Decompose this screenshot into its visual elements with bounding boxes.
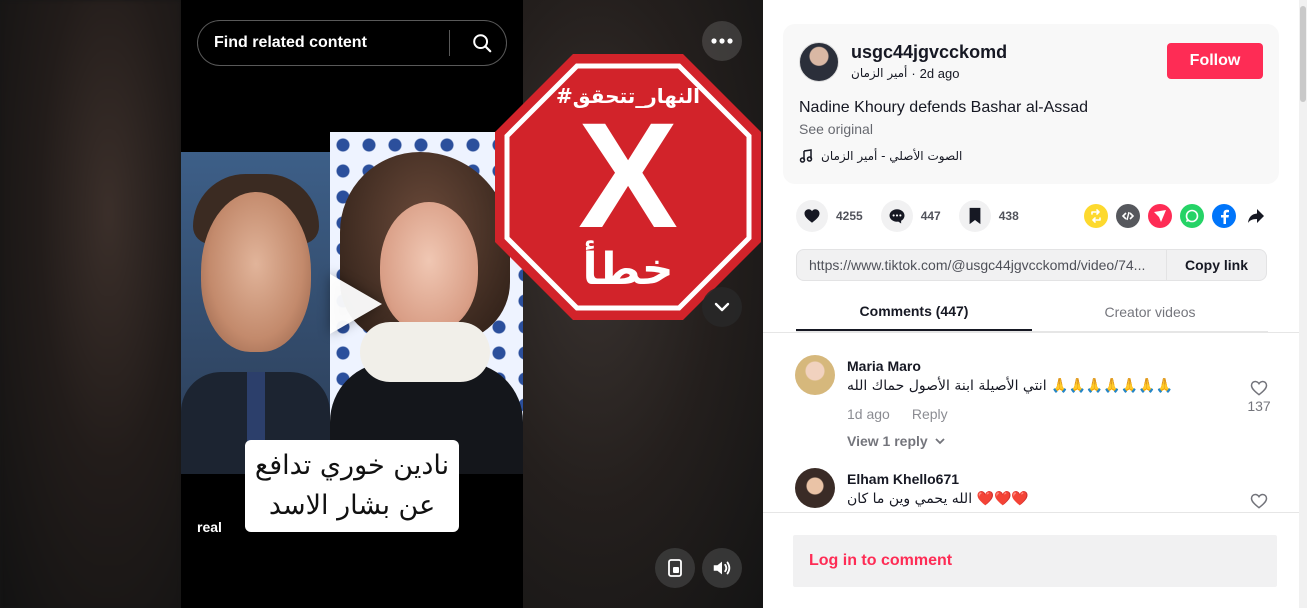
comment-text: انتي الأصيلة ابنة الأصول حماك الله 🙏🙏🙏🙏🙏… bbox=[847, 378, 1174, 394]
like-button[interactable] bbox=[796, 200, 828, 232]
tabs-divider bbox=[763, 332, 1299, 333]
action-bar: 4255 447 438 bbox=[796, 200, 1037, 232]
comment-count: 447 bbox=[920, 209, 941, 223]
share-icons bbox=[1084, 204, 1268, 228]
save-button[interactable] bbox=[958, 200, 991, 232]
search-separator bbox=[449, 30, 450, 56]
heart-icon bbox=[804, 209, 820, 223]
like-count: 4255 bbox=[836, 209, 863, 223]
fact-check-stop-sign: #النهار_تتحقق X خطأ bbox=[495, 54, 761, 320]
whatsapp-icon[interactable] bbox=[1180, 204, 1204, 228]
music-link[interactable]: الصوت الأصلي - أمير الزمان bbox=[799, 149, 962, 163]
comment-author[interactable]: Maria Maro bbox=[847, 358, 921, 374]
save-count: 438 bbox=[998, 209, 1019, 223]
creator-nickname: أمير الزمان bbox=[851, 66, 908, 80]
send-icon[interactable] bbox=[1148, 204, 1172, 228]
music-note-icon bbox=[799, 149, 813, 163]
follow-button[interactable]: Follow bbox=[1167, 43, 1263, 79]
view-replies-label: View 1 reply bbox=[847, 433, 928, 449]
tab-comments[interactable]: Comments (447) bbox=[796, 292, 1032, 331]
comment-button[interactable] bbox=[880, 200, 913, 232]
see-original-link[interactable]: See original bbox=[799, 121, 873, 137]
music-title: الصوت الأصلي - أمير الزمان bbox=[821, 149, 963, 163]
bookmark-icon bbox=[969, 207, 981, 225]
comment-like-count: 137 bbox=[1247, 398, 1271, 414]
caption-line-2: عن بشار الاسد bbox=[268, 490, 436, 521]
video-url[interactable]: https://www.tiktok.com/@usgc44jgvcckomd/… bbox=[797, 257, 1166, 273]
facebook-icon[interactable] bbox=[1212, 204, 1236, 228]
panel-tabs: Comments (447) Creator videos bbox=[796, 292, 1268, 332]
more-dots-icon bbox=[711, 38, 733, 44]
creator-username[interactable]: usgc44jgvcckomd bbox=[851, 42, 1007, 63]
comment-author[interactable]: Elham Khello671 bbox=[847, 471, 959, 487]
save-action[interactable]: 438 bbox=[958, 200, 1019, 232]
comment-avatar[interactable] bbox=[795, 355, 835, 395]
video-person-left bbox=[181, 152, 330, 474]
side-panel: usgc44jgvcckomd أمير الزمان · 2d ago Fol… bbox=[763, 0, 1307, 608]
scrollbar-thumb[interactable] bbox=[1300, 6, 1306, 102]
search-input[interactable]: Find related content bbox=[214, 34, 449, 52]
repost-icon[interactable] bbox=[1084, 204, 1108, 228]
fact-check-verdict: خطأ bbox=[582, 240, 673, 295]
video-player[interactable]: Find related content #النهار_تتحقق X خطأ… bbox=[0, 0, 763, 608]
blurred-background-left bbox=[0, 0, 181, 608]
comment-list: Maria Maro انتي الأصيلة ابنة الأصول حماك… bbox=[763, 340, 1299, 512]
heart-outline-icon bbox=[1250, 493, 1268, 509]
next-video-button[interactable] bbox=[702, 287, 742, 327]
mini-player-icon bbox=[668, 559, 682, 577]
scrollbar[interactable] bbox=[1299, 0, 1307, 608]
chevron-down-icon bbox=[714, 302, 730, 312]
play-icon[interactable] bbox=[330, 274, 382, 334]
comment-meta: 1d ago Reply bbox=[847, 406, 948, 422]
tab-creator-videos[interactable]: Creator videos bbox=[1032, 292, 1268, 331]
subline-separator: · bbox=[911, 66, 916, 81]
heart-outline-icon bbox=[1250, 380, 1268, 396]
like-action[interactable]: 4255 bbox=[796, 200, 863, 232]
volume-icon bbox=[713, 561, 731, 575]
comment-like[interactable] bbox=[1239, 491, 1279, 511]
copy-link-box: https://www.tiktok.com/@usgc44jgvcckomd/… bbox=[796, 249, 1267, 281]
embed-icon[interactable] bbox=[1116, 204, 1140, 228]
share-arrow-icon[interactable] bbox=[1244, 204, 1268, 228]
chevron-down-icon bbox=[935, 438, 945, 445]
comment-login-area: Log in to comment bbox=[763, 512, 1299, 608]
comment-action[interactable]: 447 bbox=[880, 200, 941, 232]
comment-reply-button[interactable]: Reply bbox=[912, 406, 948, 422]
comment-text: الله يحمي وين ما كان ❤️❤️❤️ bbox=[847, 491, 1029, 507]
video-caption: نادين خوري تدافع عن بشار الاسد bbox=[245, 440, 459, 532]
volume-button[interactable] bbox=[702, 548, 742, 588]
comment-bubble-icon bbox=[889, 209, 905, 224]
view-replies-button[interactable]: View 1 reply bbox=[847, 433, 946, 449]
copy-link-button[interactable]: Copy link bbox=[1166, 250, 1266, 280]
video-watermark-text: real bbox=[197, 519, 222, 535]
log-in-to-comment-button[interactable]: Log in to comment bbox=[793, 535, 1277, 587]
post-info-card: usgc44jgvcckomd أمير الزمان · 2d ago Fol… bbox=[783, 24, 1279, 184]
creator-subline: أمير الزمان · 2d ago bbox=[851, 66, 959, 81]
search-icon bbox=[473, 34, 492, 53]
comment-like[interactable]: 137 bbox=[1239, 378, 1279, 414]
comment-time: 1d ago bbox=[847, 406, 890, 422]
fact-check-x-mark: X bbox=[578, 91, 678, 259]
comment-avatar[interactable] bbox=[795, 468, 835, 508]
avatar[interactable] bbox=[799, 42, 839, 82]
floating-player-button[interactable] bbox=[655, 548, 695, 588]
search-bar[interactable]: Find related content bbox=[197, 20, 507, 66]
log-in-to-comment-label: Log in to comment bbox=[809, 552, 953, 569]
post-time: 2d ago bbox=[919, 66, 960, 81]
post-description: Nadine Khoury defends Bashar al-Assad bbox=[799, 99, 1089, 116]
caption-line-1: نادين خوري تدافع bbox=[254, 450, 450, 481]
